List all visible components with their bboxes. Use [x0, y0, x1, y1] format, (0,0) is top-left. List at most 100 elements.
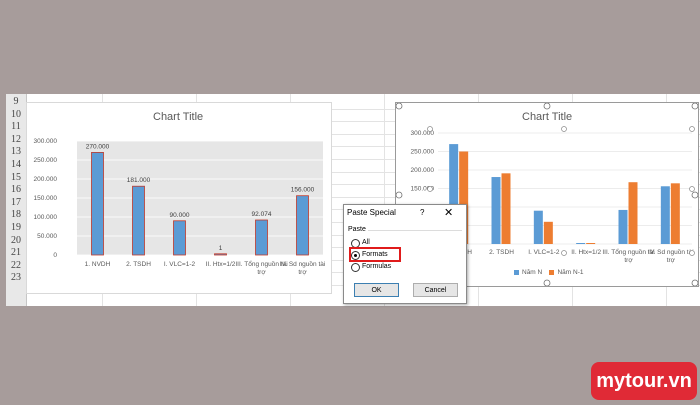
- bar: [255, 219, 268, 256]
- paste-section-label: Paste: [348, 226, 366, 233]
- category-label-line: trợ: [298, 269, 307, 276]
- data-label: 181.000: [127, 177, 151, 184]
- y-tick-label: 50.000: [37, 233, 57, 240]
- category-label-line: IV. Sd nguồn tài: [280, 259, 326, 268]
- plot-area-handle: [689, 186, 695, 192]
- resize-handle: [543, 279, 551, 286]
- y-tick-label: 150.000: [34, 195, 58, 202]
- data-label: 92.074: [252, 211, 272, 218]
- dialog-title: Paste Special: [347, 208, 396, 217]
- category-label: III. Tổng nguồn tài trợ: [602, 247, 654, 264]
- category-label: II. Htx=1/2: [206, 261, 236, 268]
- y-tick-label: 100.000: [34, 214, 58, 221]
- y-tick-label: 200.000: [34, 176, 58, 183]
- plot-area-handle: [561, 250, 567, 256]
- legend-label-s1: Năm N: [522, 269, 543, 276]
- category-label-line: IV. Sd nguồn tài: [648, 247, 694, 256]
- brand-logo: mytour.vn: [591, 362, 697, 400]
- category-label-line: 2. TSDH: [489, 249, 514, 256]
- chart-1-plot: 0 50.000 100.000 150.000 200.000 250.000 300.0…: [34, 138, 326, 276]
- bar-series-1: [660, 186, 670, 244]
- chart-2-legend: Năm N Năm N-1: [514, 269, 583, 276]
- data-label: 1: [219, 245, 223, 252]
- row-number-19[interactable]: 19: [6, 222, 26, 234]
- category-label: I. VLC=1-2: [164, 261, 196, 268]
- category-label-line: trợ: [257, 269, 266, 276]
- plot-area-handle: [427, 126, 433, 132]
- formats-highlight-box: [349, 247, 401, 262]
- plot-area-handle: [427, 186, 433, 192]
- data-label: 270.000: [86, 143, 110, 150]
- bar-series-2: [543, 221, 553, 244]
- legend-label-s2: Năm N-1: [557, 269, 584, 276]
- y-tick-label: 200.000: [411, 167, 435, 174]
- resize-handle: [396, 191, 403, 199]
- section-divider: [368, 230, 462, 231]
- resize-handle: [691, 279, 698, 286]
- plot-area-handle: [561, 126, 567, 132]
- category-label-line: I. VLC=1-2: [164, 261, 196, 268]
- paste-special-dialog[interactable]: Paste Special ? ✕ Paste All Formats Form…: [343, 204, 467, 304]
- plot-area-handle: [689, 250, 695, 256]
- category-label-line: trợ: [667, 257, 676, 264]
- row-number-15[interactable]: 15: [6, 172, 26, 184]
- row-number-18[interactable]: 18: [6, 209, 26, 221]
- bar: [296, 195, 309, 256]
- legend-swatch-s1: [514, 269, 519, 275]
- row-number-10[interactable]: 10: [6, 109, 26, 121]
- row-number-22[interactable]: 22: [6, 260, 26, 272]
- bar-series-2: [586, 243, 596, 244]
- row-number-13[interactable]: 13: [6, 146, 26, 158]
- category-label-line: I. VLC=1-2: [528, 249, 560, 256]
- row-number-14[interactable]: 14: [6, 159, 26, 171]
- plot-area-handle: [689, 126, 695, 132]
- bar: [91, 152, 104, 256]
- category-label-line: 1. NVDH: [85, 261, 111, 268]
- category-label: 1. NVDH: [85, 261, 111, 268]
- radio-formulas-label: Formulas: [362, 263, 392, 270]
- row-number-23[interactable]: 23: [6, 272, 26, 284]
- y-tick-label: 300.000: [34, 138, 58, 145]
- category-label: IV. Sd nguồn tài trợ: [648, 247, 694, 264]
- bar: [173, 220, 186, 256]
- category-label-line: II. Htx=1/2: [571, 249, 601, 256]
- category-label-line: trợ: [624, 257, 633, 264]
- row-number-20[interactable]: 20: [6, 235, 26, 247]
- row-header: 9 10 11 12 13 14 15 16 17 18 19 20 21 22 23: [6, 94, 27, 306]
- row-number-17[interactable]: 17: [6, 197, 26, 209]
- cancel-button[interactable]: Cancel: [413, 283, 458, 297]
- y-tick-label: 250.000: [411, 149, 435, 156]
- bar-series-1: [618, 209, 628, 244]
- y-tick-label: 0: [53, 252, 57, 259]
- category-label: II. Htx=1/2: [571, 249, 601, 256]
- category-label: 2. TSDH: [126, 261, 151, 268]
- bar-series-1: [533, 210, 543, 244]
- help-icon[interactable]: ?: [420, 208, 424, 217]
- category-label: I. VLC=1-2: [528, 249, 560, 256]
- close-icon[interactable]: ✕: [444, 206, 453, 219]
- category-label-line: II. Htx=1/2: [206, 261, 236, 268]
- chart-1[interactable]: Chart Title 0 50.000 100.000 150.000 200.000…: [26, 102, 332, 294]
- row-number-11[interactable]: 11: [6, 121, 26, 133]
- resize-handle: [396, 103, 403, 110]
- data-label: 90.000: [170, 212, 190, 219]
- category-label: IV. Sd nguồn tài trợ: [280, 259, 326, 276]
- y-tick-label: 250.000: [34, 157, 58, 164]
- bar: [214, 253, 227, 256]
- bar: [132, 185, 145, 256]
- ok-button[interactable]: OK: [354, 283, 399, 297]
- bar-series-2: [628, 182, 638, 244]
- resize-handle: [543, 103, 551, 110]
- row-number-21[interactable]: 21: [6, 247, 26, 259]
- row-number-9[interactable]: 9: [6, 96, 26, 108]
- category-label-line: III. Tổng nguồn tài: [602, 247, 654, 256]
- bar-series-2: [501, 173, 511, 244]
- radio-formulas[interactable]: [351, 263, 360, 272]
- row-number-12[interactable]: 12: [6, 134, 26, 146]
- resize-handle: [691, 103, 698, 110]
- category-label: 2. TSDH: [489, 249, 514, 256]
- resize-handle: [691, 191, 698, 199]
- row-number-16[interactable]: 16: [6, 184, 26, 196]
- data-label: 156.000: [291, 187, 315, 194]
- radio-all-label: All: [362, 239, 370, 246]
